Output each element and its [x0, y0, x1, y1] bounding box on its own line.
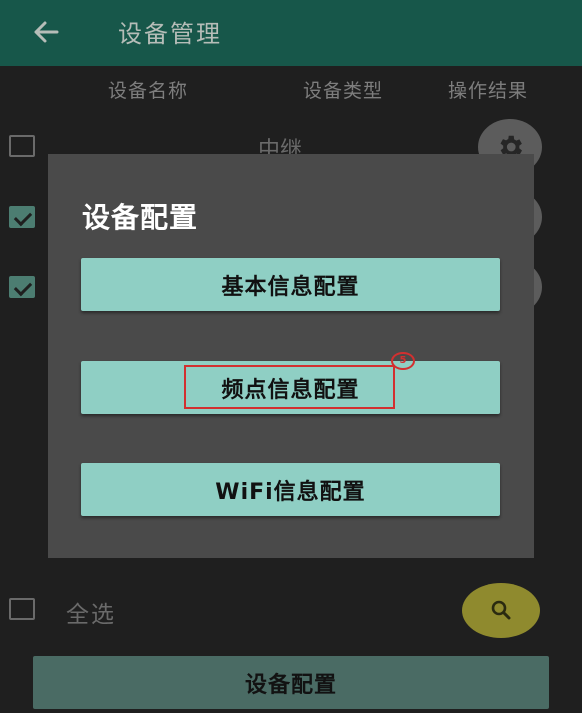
dialog-title: 设备配置	[82, 201, 199, 234]
row-checkbox[interactable]	[9, 206, 35, 228]
wifi-info-config-button[interactable]: WiFi信息配置	[81, 463, 500, 516]
page-title: 设备管理	[118, 20, 222, 48]
basic-info-config-button[interactable]: 基本信息配置	[81, 258, 500, 311]
column-header-device-type: 设备类型	[303, 80, 384, 102]
column-header-result: 操作结果	[448, 80, 529, 102]
device-config-button[interactable]: 设备配置	[33, 656, 549, 709]
row-checkbox[interactable]	[9, 135, 35, 157]
device-config-dialog: 设备配置 基本信息配置 频点信息配置 WiFi信息配置	[48, 154, 534, 558]
annotation-highlight-box	[184, 365, 395, 409]
select-all-checkbox[interactable]	[9, 598, 35, 620]
select-all-label[interactable]: 全选	[66, 595, 116, 629]
row-checkbox[interactable]	[9, 276, 35, 298]
arrow-left-icon[interactable]	[30, 16, 62, 48]
search-button[interactable]	[462, 583, 540, 638]
annotation-step-number: 5	[391, 352, 415, 370]
column-header-device-name: 设备名称	[108, 80, 189, 102]
app-bar: 设备管理	[0, 0, 582, 66]
